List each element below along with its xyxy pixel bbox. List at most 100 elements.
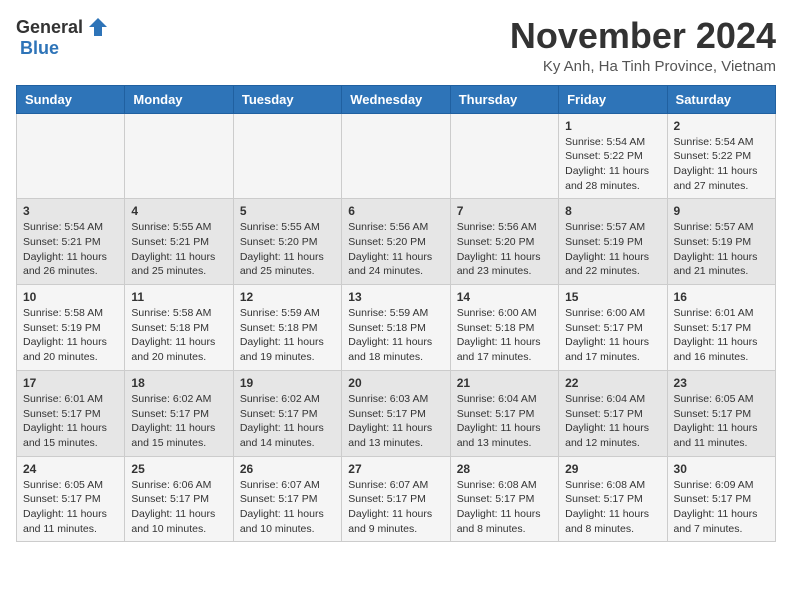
day-info: Sunrise: 6:00 AM Sunset: 5:18 PM Dayligh… <box>457 306 552 365</box>
day-number: 13 <box>348 290 443 304</box>
day-number: 22 <box>565 376 660 390</box>
day-number: 25 <box>131 462 226 476</box>
day-number: 20 <box>348 376 443 390</box>
day-number: 16 <box>674 290 769 304</box>
calendar-week-4: 17 Sunrise: 6:01 AM Sunset: 5:17 PM Dayli… <box>17 370 776 456</box>
calendar-cell: 11 Sunrise: 5:58 AM Sunset: 5:18 PM Dayli… <box>125 285 233 371</box>
calendar-cell: 27 Sunrise: 6:07 AM Sunset: 5:17 PM Dayli… <box>342 456 450 542</box>
day-number: 5 <box>240 204 335 218</box>
col-saturday: Saturday <box>667 85 775 113</box>
day-number: 4 <box>131 204 226 218</box>
day-number: 9 <box>674 204 769 218</box>
calendar-cell: 23Sunrise: 6:05 AM Sunset: 5:17 PM Dayli… <box>667 370 775 456</box>
calendar-cell: 8Sunrise: 5:57 AM Sunset: 5:19 PM Daylig… <box>559 199 667 285</box>
day-info: Sunrise: 5:55 AM Sunset: 5:20 PM Dayligh… <box>240 220 335 279</box>
calendar-cell: 30 Sunrise: 6:09 AM Sunset: 5:17 PM Dayli… <box>667 456 775 542</box>
calendar-cell: 10 Sunrise: 5:58 AM Sunset: 5:19 PM Dayli… <box>17 285 125 371</box>
calendar-week-1: 1 Sunrise: 5:54 AM Sunset: 5:22 PM Daylig… <box>17 113 776 199</box>
day-number: 26 <box>240 462 335 476</box>
calendar-cell: 5 Sunrise: 5:55 AM Sunset: 5:20 PM Daylig… <box>233 199 341 285</box>
calendar-cell: 7 Sunrise: 5:56 AM Sunset: 5:20 PM Daylig… <box>450 199 558 285</box>
day-info: Sunrise: 6:03 AM Sunset: 5:17 PM Dayligh… <box>348 392 443 451</box>
calendar-cell <box>125 113 233 199</box>
calendar-cell: 14 Sunrise: 6:00 AM Sunset: 5:18 PM Dayli… <box>450 285 558 371</box>
day-info: Sunrise: 6:06 AM Sunset: 5:17 PM Dayligh… <box>131 478 226 537</box>
calendar-cell: 12 Sunrise: 5:59 AM Sunset: 5:18 PM Dayli… <box>233 285 341 371</box>
day-number: 1 <box>565 119 660 133</box>
day-info: Sunrise: 5:56 AM Sunset: 5:20 PM Dayligh… <box>348 220 443 279</box>
calendar-cell <box>17 113 125 199</box>
logo: General <box>16 16 109 38</box>
month-title: November 2024 <box>510 16 776 56</box>
day-number: 17 <box>23 376 118 390</box>
day-info: Sunrise: 5:59 AM Sunset: 5:18 PM Dayligh… <box>348 306 443 365</box>
calendar-cell: 19Sunrise: 6:02 AM Sunset: 5:17 PM Dayli… <box>233 370 341 456</box>
calendar-header-row: Sunday Monday Tuesday Wednesday Thursday… <box>17 85 776 113</box>
calendar-cell <box>342 113 450 199</box>
day-info: Sunrise: 6:02 AM Sunset: 5:17 PM Dayligh… <box>240 392 335 451</box>
day-info: Sunrise: 6:07 AM Sunset: 5:17 PM Dayligh… <box>348 478 443 537</box>
day-info: Sunrise: 6:01 AM Sunset: 5:17 PM Dayligh… <box>674 306 769 365</box>
day-info: Sunrise: 5:56 AM Sunset: 5:20 PM Dayligh… <box>457 220 552 279</box>
day-info: Sunrise: 5:54 AM Sunset: 5:22 PM Dayligh… <box>674 135 769 194</box>
day-info: Sunrise: 6:00 AM Sunset: 5:17 PM Dayligh… <box>565 306 660 365</box>
day-number: 28 <box>457 462 552 476</box>
day-number: 30 <box>674 462 769 476</box>
calendar-week-5: 24Sunrise: 6:05 AM Sunset: 5:17 PM Dayli… <box>17 456 776 542</box>
calendar-table: Sunday Monday Tuesday Wednesday Thursday… <box>16 85 776 543</box>
day-number: 18 <box>131 376 226 390</box>
calendar-week-2: 3 Sunrise: 5:54 AM Sunset: 5:21 PM Daylig… <box>17 199 776 285</box>
day-number: 12 <box>240 290 335 304</box>
day-number: 21 <box>457 376 552 390</box>
calendar-cell <box>233 113 341 199</box>
day-info: Sunrise: 6:01 AM Sunset: 5:17 PM Dayligh… <box>23 392 118 451</box>
calendar-cell: 17 Sunrise: 6:01 AM Sunset: 5:17 PM Dayli… <box>17 370 125 456</box>
calendar-cell <box>450 113 558 199</box>
col-sunday: Sunday <box>17 85 125 113</box>
day-info: Sunrise: 6:04 AM Sunset: 5:17 PM Dayligh… <box>565 392 660 451</box>
day-info: Sunrise: 6:09 AM Sunset: 5:17 PM Dayligh… <box>674 478 769 537</box>
day-number: 27 <box>348 462 443 476</box>
day-info: Sunrise: 5:57 AM Sunset: 5:19 PM Dayligh… <box>565 220 660 279</box>
calendar-cell: 26 Sunrise: 6:07 AM Sunset: 5:17 PM Dayli… <box>233 456 341 542</box>
calendar-cell: 13 Sunrise: 5:59 AM Sunset: 5:18 PM Dayli… <box>342 285 450 371</box>
calendar-week-3: 10 Sunrise: 5:58 AM Sunset: 5:19 PM Dayli… <box>17 285 776 371</box>
day-info: Sunrise: 5:57 AM Sunset: 5:19 PM Dayligh… <box>674 220 769 279</box>
calendar-cell: 21 Sunrise: 6:04 AM Sunset: 5:17 PM Dayli… <box>450 370 558 456</box>
day-info: Sunrise: 5:58 AM Sunset: 5:18 PM Dayligh… <box>131 306 226 365</box>
location-subtitle: Ky Anh, Ha Tinh Province, Vietnam <box>510 58 776 75</box>
day-number: 29 <box>565 462 660 476</box>
calendar-cell: 9 Sunrise: 5:57 AM Sunset: 5:19 PM Daylig… <box>667 199 775 285</box>
day-info: Sunrise: 6:08 AM Sunset: 5:17 PM Dayligh… <box>457 478 552 537</box>
calendar-cell: 2Sunrise: 5:54 AM Sunset: 5:22 PM Daylig… <box>667 113 775 199</box>
logo-icon <box>87 16 109 38</box>
day-number: 14 <box>457 290 552 304</box>
calendar-cell: 16 Sunrise: 6:01 AM Sunset: 5:17 PM Dayli… <box>667 285 775 371</box>
calendar-cell: 22 Sunrise: 6:04 AM Sunset: 5:17 PM Dayli… <box>559 370 667 456</box>
day-number: 11 <box>131 290 226 304</box>
calendar-cell: 20 Sunrise: 6:03 AM Sunset: 5:17 PM Dayli… <box>342 370 450 456</box>
day-number: 24 <box>23 462 118 476</box>
day-info: Sunrise: 6:04 AM Sunset: 5:17 PM Dayligh… <box>457 392 552 451</box>
calendar-cell: 3 Sunrise: 5:54 AM Sunset: 5:21 PM Daylig… <box>17 199 125 285</box>
logo-general-text: General <box>16 17 83 38</box>
calendar-cell: 6Sunrise: 5:56 AM Sunset: 5:20 PM Daylig… <box>342 199 450 285</box>
col-tuesday: Tuesday <box>233 85 341 113</box>
day-number: 10 <box>23 290 118 304</box>
day-info: Sunrise: 5:54 AM Sunset: 5:21 PM Dayligh… <box>23 220 118 279</box>
day-info: Sunrise: 5:54 AM Sunset: 5:22 PM Dayligh… <box>565 135 660 194</box>
col-wednesday: Wednesday <box>342 85 450 113</box>
calendar-cell: 18 Sunrise: 6:02 AM Sunset: 5:17 PM Dayli… <box>125 370 233 456</box>
day-info: Sunrise: 6:07 AM Sunset: 5:17 PM Dayligh… <box>240 478 335 537</box>
day-number: 3 <box>23 204 118 218</box>
day-info: Sunrise: 6:08 AM Sunset: 5:17 PM Dayligh… <box>565 478 660 537</box>
calendar-cell: 25 Sunrise: 6:06 AM Sunset: 5:17 PM Dayli… <box>125 456 233 542</box>
day-info: Sunrise: 5:58 AM Sunset: 5:19 PM Dayligh… <box>23 306 118 365</box>
title-area: November 2024 Ky Anh, Ha Tinh Province, … <box>510 16 776 75</box>
calendar-cell: 28 Sunrise: 6:08 AM Sunset: 5:17 PM Dayli… <box>450 456 558 542</box>
day-info: Sunrise: 5:55 AM Sunset: 5:21 PM Dayligh… <box>131 220 226 279</box>
day-number: 7 <box>457 204 552 218</box>
day-info: Sunrise: 5:59 AM Sunset: 5:18 PM Dayligh… <box>240 306 335 365</box>
logo-blue-text: Blue <box>20 38 59 58</box>
day-info: Sunrise: 6:02 AM Sunset: 5:17 PM Dayligh… <box>131 392 226 451</box>
